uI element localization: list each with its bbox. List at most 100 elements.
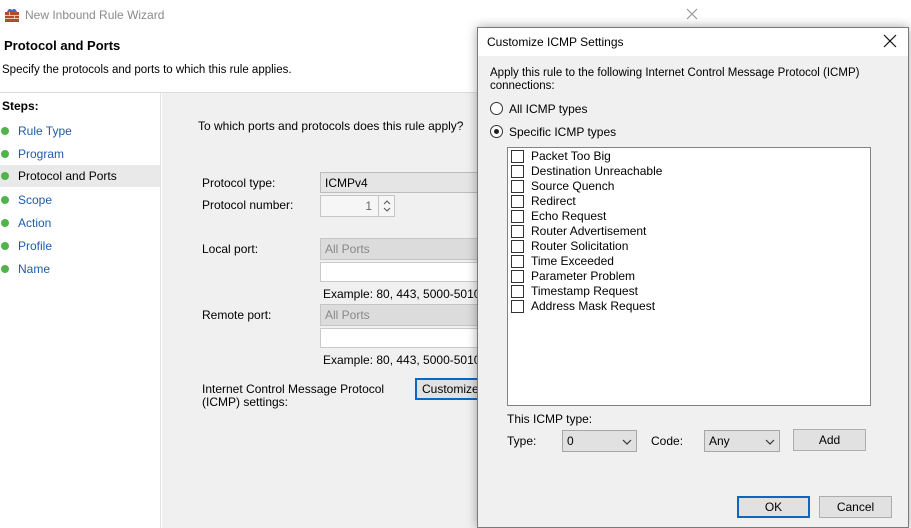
checkbox[interactable] — [511, 240, 524, 253]
checkbox[interactable] — [511, 300, 524, 313]
dialog-description: Apply this rule to the following Interne… — [490, 67, 860, 92]
step-label: Name — [18, 262, 51, 276]
radio-all-icmp-types[interactable]: All ICMP types — [490, 101, 610, 117]
local-port-example: Example: 80, 443, 5000-5010 — [323, 287, 481, 301]
chevron-down-icon — [622, 436, 632, 446]
list-item[interactable]: Timestamp Request — [511, 284, 861, 299]
list-item[interactable]: Destination Unreachable — [511, 164, 861, 179]
checkbox-label: Destination Unreachable — [531, 164, 663, 178]
firewall-icon — [4, 7, 20, 23]
dialog-title: Customize ICMP Settings — [487, 35, 624, 49]
list-item[interactable]: Source Quench — [511, 179, 861, 194]
remote-port-input[interactable] — [320, 328, 480, 348]
step-rule-type[interactable]: Rule Type — [0, 120, 160, 142]
icmp-settings-dialog: Customize ICMP Settings Apply this rule … — [477, 27, 909, 528]
steps-panel: Steps: Rule Type Program Protocol and Po… — [0, 93, 161, 528]
step-action[interactable]: Action — [0, 212, 160, 234]
checkbox[interactable] — [511, 150, 524, 163]
steps-heading: Steps: — [2, 99, 39, 113]
dialog-titlebar: Customize ICMP Settings — [478, 28, 908, 56]
green-dot-icon — [1, 150, 9, 158]
checkbox-label: Timestamp Request — [531, 284, 638, 298]
type-select[interactable]: 0 — [562, 430, 637, 452]
checkbox[interactable] — [511, 285, 524, 298]
checkbox-label: Router Solicitation — [531, 239, 629, 253]
customize-button[interactable]: Customize... — [415, 378, 481, 400]
list-item[interactable]: Time Exceeded — [511, 254, 861, 269]
radio-button[interactable] — [490, 102, 503, 115]
page-title: Protocol and Ports — [4, 38, 121, 53]
local-port-label: Local port: — [202, 242, 259, 256]
step-program[interactable]: Program — [0, 143, 160, 165]
ports-question: To which ports and protocols does this r… — [198, 119, 464, 133]
protocol-type-select[interactable]: ICMPv4 — [320, 172, 480, 193]
checkbox[interactable] — [511, 225, 524, 238]
icmp-types-list[interactable]: Packet Too Big Destination Unreachable S… — [507, 147, 871, 406]
step-label: Profile — [18, 239, 53, 253]
ok-button[interactable]: OK — [737, 496, 810, 518]
checkbox-label: Redirect — [531, 194, 576, 208]
step-label: Protocol and Ports — [18, 169, 117, 183]
checkbox-label: Router Advertisement — [531, 224, 647, 238]
remote-port-example: Example: 80, 443, 5000-5010 — [323, 353, 481, 367]
list-item[interactable]: Redirect — [511, 194, 861, 209]
green-dot-icon — [1, 242, 9, 250]
checkbox-label: Source Quench — [531, 179, 615, 193]
protocol-type-label: Protocol type: — [202, 176, 276, 190]
code-select[interactable]: Any — [704, 430, 780, 452]
local-port-select[interactable]: All Ports — [320, 238, 480, 260]
checkbox[interactable] — [511, 165, 524, 178]
remote-port-label: Remote port: — [202, 308, 272, 322]
radio-label: All ICMP types — [509, 102, 588, 116]
type-select-value: 0 — [567, 434, 574, 448]
code-select-value: Any — [709, 434, 730, 448]
radio-button[interactable] — [490, 125, 503, 138]
radio-label: Specific ICMP types — [509, 125, 617, 139]
checkbox[interactable] — [511, 270, 524, 283]
protocol-number-label: Protocol number: — [202, 198, 294, 212]
checkbox[interactable] — [511, 195, 524, 208]
add-button[interactable]: Add — [793, 429, 866, 451]
checkbox-label: Parameter Problem — [531, 269, 636, 283]
step-scope[interactable]: Scope — [0, 189, 160, 211]
checkbox[interactable] — [511, 255, 524, 268]
icmp-settings-label-line1: Internet Control Message Protocol — [202, 382, 385, 396]
icmp-settings-label-line2: (ICMP) settings: — [202, 395, 289, 409]
list-item[interactable]: Packet Too Big — [511, 149, 861, 164]
checkbox-label: Packet Too Big — [531, 149, 611, 163]
cancel-button[interactable]: Cancel — [819, 496, 892, 518]
list-item[interactable]: Router Solicitation — [511, 239, 861, 254]
checkbox-label: Time Exceeded — [531, 254, 614, 268]
green-dot-icon — [1, 219, 9, 227]
list-item[interactable]: Parameter Problem — [511, 269, 861, 284]
green-dot-icon — [1, 172, 9, 180]
step-label: Scope — [18, 193, 53, 207]
remote-port-select[interactable]: All Ports — [320, 304, 480, 326]
local-port-input[interactable] — [320, 262, 480, 282]
chevron-down-icon — [765, 436, 775, 446]
green-dot-icon — [1, 196, 9, 204]
list-item[interactable]: Router Advertisement — [511, 224, 861, 239]
green-dot-icon — [1, 127, 9, 135]
this-icmp-type-label: This ICMP type: — [507, 412, 593, 426]
type-label: Type: — [507, 434, 537, 448]
step-label: Action — [18, 216, 52, 230]
code-label: Code: — [651, 434, 684, 448]
spinner-arrows-icon[interactable] — [378, 196, 394, 216]
checkbox[interactable] — [511, 180, 524, 193]
checkbox-label: Address Mask Request — [531, 299, 656, 313]
step-label: Rule Type — [18, 124, 72, 138]
radio-specific-icmp-types[interactable]: Specific ICMP types — [490, 124, 630, 140]
step-name[interactable]: Name — [0, 258, 160, 280]
step-protocol-and-ports[interactable]: Protocol and Ports — [0, 165, 160, 187]
list-item[interactable]: Echo Request — [511, 209, 861, 224]
checkbox[interactable] — [511, 210, 524, 223]
close-icon[interactable] — [684, 6, 700, 22]
wizard-title: New Inbound Rule Wizard — [25, 8, 165, 22]
green-dot-icon — [1, 265, 9, 273]
step-label: Program — [18, 147, 65, 161]
step-profile[interactable]: Profile — [0, 235, 160, 257]
list-item[interactable]: Address Mask Request — [511, 299, 861, 314]
page-subtitle: Specify the protocols and ports to which… — [2, 64, 292, 76]
close-icon[interactable] — [883, 34, 897, 48]
